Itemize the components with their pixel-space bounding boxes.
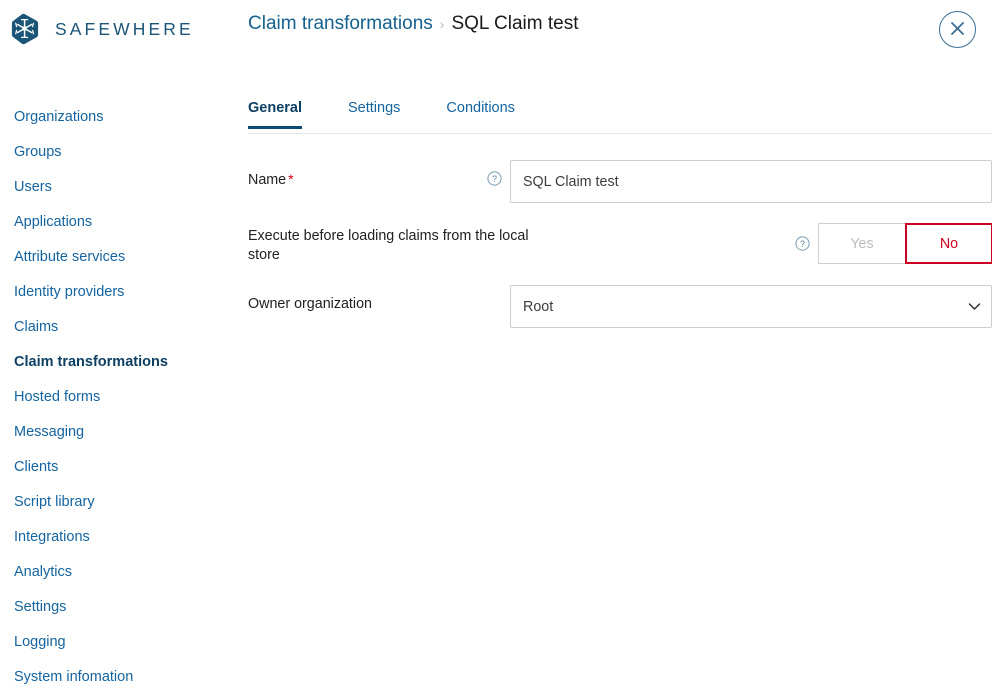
- tab-bar: General Settings Conditions: [248, 100, 992, 134]
- tab-general[interactable]: General: [248, 100, 302, 129]
- sidebar-item-analytics[interactable]: Analytics: [0, 555, 230, 590]
- execute-before-loading-label: Execute before loading claims from the l…: [248, 228, 529, 263]
- sidebar-item-messaging[interactable]: Messaging: [0, 415, 230, 450]
- sidebar-item-groups[interactable]: Groups: [0, 135, 230, 170]
- app-page: SAFEWHERE Claim transformations › SQL Cl…: [0, 0, 992, 691]
- hexagon-snowflake-icon: [8, 12, 42, 46]
- help-circle-icon[interactable]: ?: [794, 236, 810, 256]
- sidebar-item-script-library[interactable]: Script library: [0, 485, 230, 520]
- sidebar-item-applications[interactable]: Applications: [0, 205, 230, 240]
- sidebar-item-identity-providers[interactable]: Identity providers: [0, 275, 230, 310]
- form-row-owner-organization: Owner organization: [248, 285, 992, 328]
- execute-help-col: ?: [786, 223, 818, 256]
- brand-name: SAFEWHERE: [55, 18, 194, 39]
- owner-help-col: [478, 285, 510, 296]
- name-field-label: Name *: [248, 160, 478, 190]
- sidebar-item-settings[interactable]: Settings: [0, 590, 230, 625]
- breadcrumb-parent-link[interactable]: Claim transformations: [248, 13, 433, 35]
- sidebar-item-attribute-services[interactable]: Attribute services: [0, 240, 230, 275]
- breadcrumb: Claim transformations › SQL Claim test: [248, 13, 579, 35]
- owner-control-col: [510, 285, 992, 328]
- sidebar-item-logging[interactable]: Logging: [0, 625, 230, 660]
- name-label-text: Name: [248, 172, 287, 188]
- close-x-icon: [950, 21, 965, 39]
- owner-organization-select-wrap: [510, 285, 992, 328]
- general-form: Name* ? Execute before loading claims fr…: [248, 160, 992, 348]
- form-row-name: Name * ?: [248, 160, 992, 203]
- brand-logo[interactable]: SAFEWHERE: [8, 12, 194, 46]
- svg-text:?: ?: [799, 239, 804, 249]
- owner-organization-select[interactable]: [510, 285, 992, 328]
- sidebar-item-hosted-forms[interactable]: Hosted forms: [0, 380, 230, 415]
- required-asterisk: *: [288, 171, 294, 187]
- sidebar-nav: Organizations Groups Users Applications …: [0, 100, 230, 691]
- sidebar-item-clients[interactable]: Clients: [0, 450, 230, 485]
- sidebar-item-organizations[interactable]: Organizations: [0, 100, 230, 135]
- execute-before-loading-toggle: Yes No: [818, 223, 992, 264]
- owner-organization-label: Owner organization: [248, 296, 372, 312]
- help-circle-icon[interactable]: ?: [486, 171, 502, 191]
- breadcrumb-separator-icon: ›: [439, 16, 445, 32]
- name-input[interactable]: [510, 160, 992, 203]
- tab-settings[interactable]: Settings: [348, 100, 400, 128]
- svg-text:?: ?: [491, 174, 496, 184]
- name-help-col: ?: [478, 160, 510, 191]
- sidebar-item-claim-transformations[interactable]: Claim transformations: [0, 345, 230, 380]
- form-row-execute-before-loading: Execute before loading claims from the l…: [248, 223, 992, 265]
- sidebar-item-users[interactable]: Users: [0, 170, 230, 205]
- toggle-yes-button[interactable]: Yes: [818, 223, 906, 264]
- close-button[interactable]: [939, 11, 976, 48]
- sidebar-item-claims[interactable]: Claims: [0, 310, 230, 345]
- name-control-col: [510, 160, 992, 203]
- sidebar-item-integrations[interactable]: Integrations: [0, 520, 230, 555]
- breadcrumb-current: SQL Claim test: [451, 13, 579, 34]
- sidebar-item-system-infomation[interactable]: System infomation: [0, 660, 230, 691]
- toggle-no-button[interactable]: No: [905, 223, 992, 264]
- tab-conditions[interactable]: Conditions: [446, 100, 515, 128]
